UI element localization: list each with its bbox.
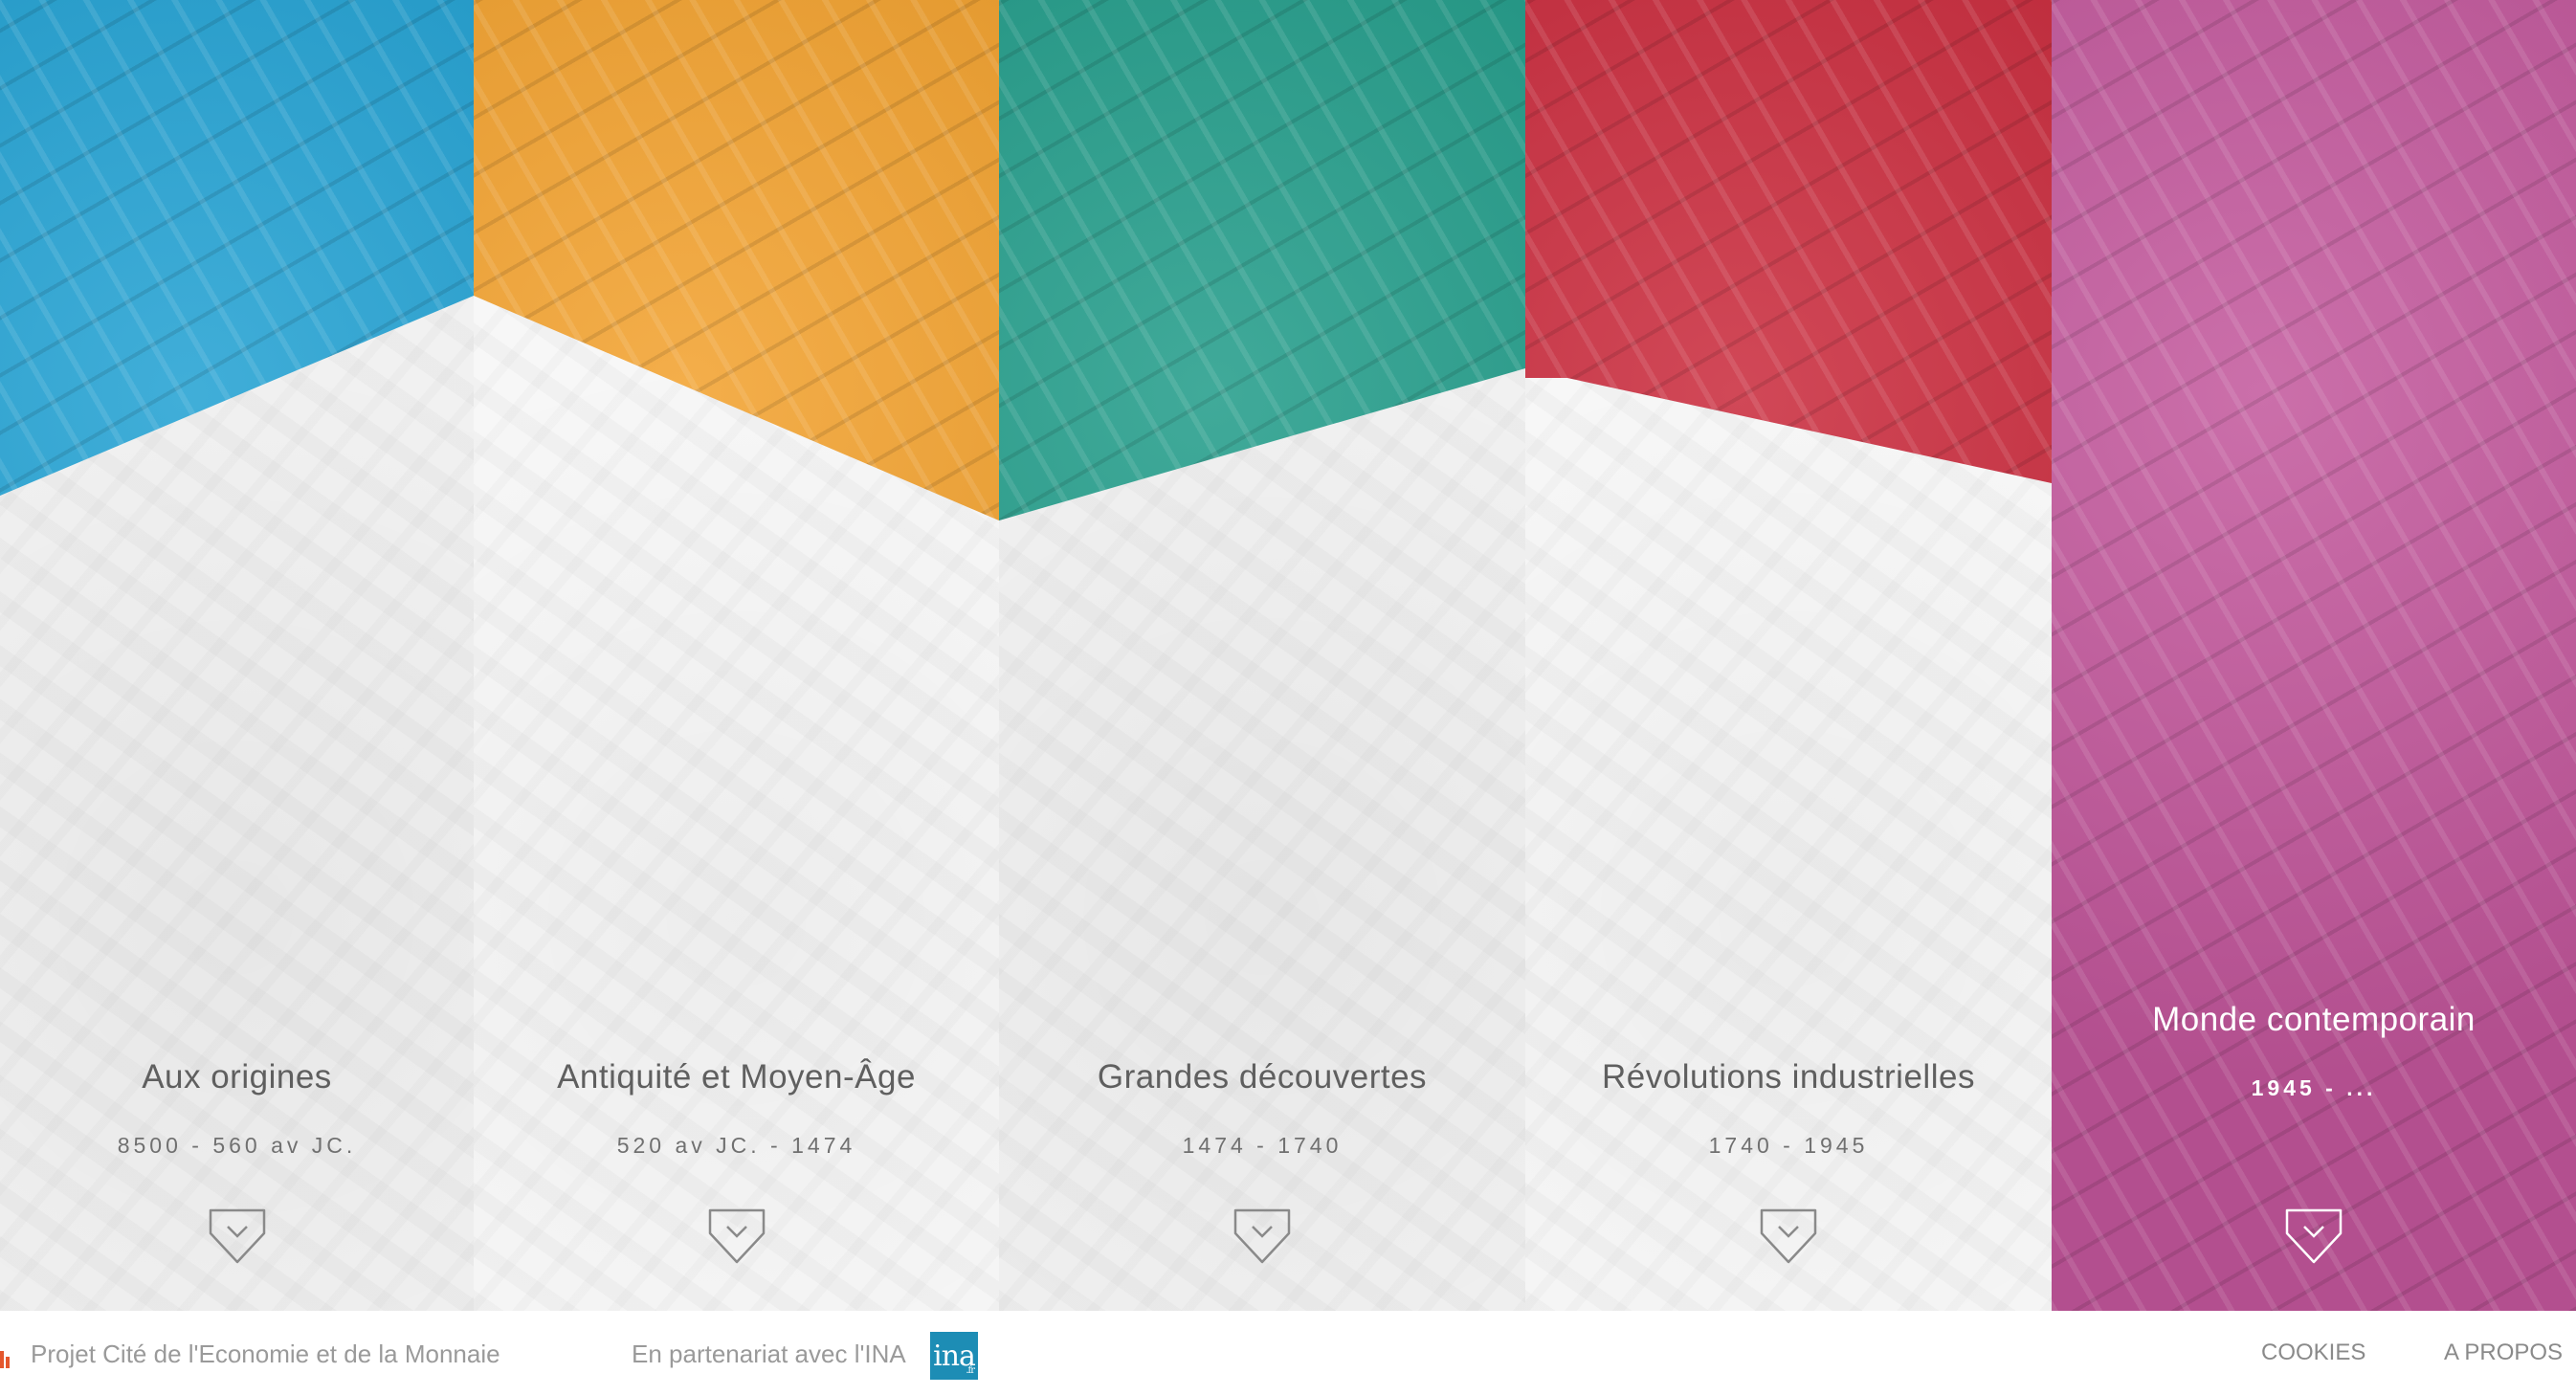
chevron-down-pentagon-icon[interactable] [2284, 1207, 2343, 1266]
period-title: Monde contemporain [2152, 1001, 2476, 1038]
period-label: Révolutions industrielles 1740 - 1945 [1525, 1058, 2052, 1159]
cookies-link[interactable]: COOKIES [2261, 1340, 2365, 1366]
header-texture [2052, 0, 2576, 1311]
period-dates: 1945 - ... [2251, 1075, 2377, 1100]
period-label: Monde contemporain 1945 - ... [2052, 1001, 2576, 1101]
period-aux-origines[interactable]: Aux origines 8500 - 560 av JC. [0, 0, 474, 1311]
period-revolutions-industrielles[interactable]: Révolutions industrielles 1740 - 1945 [1525, 0, 2052, 1311]
period-grandes-decouvertes[interactable]: Grandes découvertes 1474 - 1740 [999, 0, 1525, 1311]
period-header-art [2052, 0, 2576, 1311]
period-dates: 1740 - 1945 [1708, 1133, 1869, 1158]
ina-logo[interactable]: ina .fr [930, 1332, 978, 1380]
a-propos-link[interactable]: A PROPOS [2444, 1340, 2563, 1366]
period-dates: 8500 - 560 av JC. [117, 1133, 357, 1158]
period-dates: 520 av JC. - 1474 [616, 1133, 856, 1158]
period-dates: 1474 - 1740 [1182, 1133, 1343, 1158]
period-columns: Aux origines 8500 - 560 av JC. Antiquité… [0, 0, 2576, 1311]
period-label: Grandes découvertes 1474 - 1740 [999, 1058, 1525, 1159]
chevron-down-pentagon-icon[interactable] [1232, 1207, 1292, 1266]
period-monde-contemporain[interactable]: Monde contemporain 1945 - ... [2052, 0, 2576, 1311]
chevron-down-pentagon-icon[interactable] [707, 1207, 766, 1266]
project-link[interactable]: Projet Cité de l'Economie et de la Monna… [31, 1340, 500, 1369]
partner-text: En partenariat avec l'INA [632, 1340, 906, 1368]
period-antiquite-moyen-age[interactable]: Antiquité et Moyen-Âge 520 av JC. - 1474 [474, 0, 999, 1311]
chevron-down-pentagon-icon[interactable] [208, 1207, 267, 1266]
period-title: Aux origines [142, 1058, 332, 1096]
bar-chart-logo-icon [0, 1351, 10, 1368]
period-title: Grandes découvertes [1097, 1058, 1428, 1096]
footer: Projet Cité de l'Economie et de la Monna… [0, 1311, 2576, 1395]
period-title: Révolutions industrielles [1602, 1058, 1975, 1096]
ina-logo-sub: .fr [966, 1365, 975, 1376]
chevron-down-pentagon-icon[interactable] [1759, 1207, 1818, 1266]
period-label: Antiquité et Moyen-Âge 520 av JC. - 1474 [474, 1058, 999, 1159]
period-label: Aux origines 8500 - 560 av JC. [0, 1058, 474, 1159]
period-title: Antiquité et Moyen-Âge [557, 1058, 916, 1096]
